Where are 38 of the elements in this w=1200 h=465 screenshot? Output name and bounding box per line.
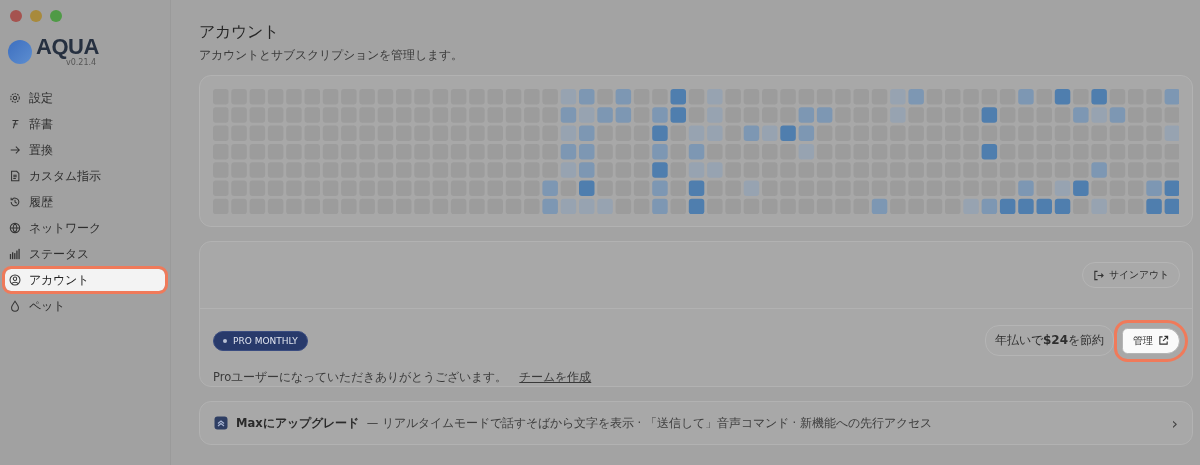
- sidebar-item[interactable]: カスタム指示: [5, 165, 165, 187]
- sidebar-item[interactable]: 履歴: [5, 191, 165, 213]
- sidebar-item[interactable]: 設定: [5, 87, 165, 109]
- document-icon: [9, 170, 21, 182]
- upgrade-row[interactable]: Maxにアップグレード — リアルタイムモードで話すそばから文字を表示 · 「送信して」音声コマンド · 新機能への先行アクセス ›: [199, 401, 1193, 445]
- sign-out-button[interactable]: サインアウト: [1082, 262, 1180, 288]
- thanks-text: Proユーザーになっていただきありがとうございます。: [213, 370, 508, 385]
- create-team-link[interactable]: チームを作成: [519, 370, 592, 385]
- upgrade-icon: [214, 416, 228, 430]
- app-version: v0.21.4: [66, 58, 97, 67]
- sidebar-item[interactable]: 置換: [5, 139, 165, 161]
- sidebar-item[interactable]: ネットワーク: [5, 217, 165, 239]
- gear-icon: [9, 92, 21, 104]
- page-subtitle: アカウントとサブスクリプションを管理します。: [199, 48, 464, 63]
- zoom-window-icon[interactable]: [50, 10, 62, 22]
- sidebar-item[interactable]: アカウント: [5, 269, 165, 291]
- drop-icon: [9, 300, 21, 312]
- plan-badge: PRO MONTHLY: [213, 330, 308, 351]
- close-window-icon[interactable]: [10, 10, 22, 22]
- page-title: アカウント: [199, 22, 280, 43]
- upgrade-description: — リアルタイムモードで話すそばから文字を表示 · 「送信して」音声コマンド · 新機能への先行アクセス: [366, 415, 932, 431]
- savings-pill: 年払いで$24を節約: [984, 325, 1114, 356]
- sidebar-item[interactable]: ステータス: [5, 243, 165, 265]
- person-circle-icon: [9, 274, 21, 286]
- app-name: AQUA: [36, 36, 99, 58]
- logo-circle-icon: [8, 39, 32, 64]
- bar-chart-icon: [9, 248, 21, 260]
- external-link-icon: [1158, 335, 1169, 346]
- minimize-window-icon[interactable]: [30, 10, 42, 22]
- globe-icon: [9, 222, 21, 234]
- sidebar-item[interactable]: ペット: [5, 295, 165, 317]
- upgrade-title: Maxにアップグレード: [236, 415, 359, 431]
- script-f-icon: [9, 118, 21, 130]
- arrow-right-icon: [9, 144, 21, 156]
- sidebar-item[interactable]: 辞書: [5, 113, 165, 135]
- chevron-icon: ›: [1171, 413, 1178, 433]
- history-icon: [9, 196, 21, 208]
- sign-out-icon: [1093, 269, 1104, 281]
